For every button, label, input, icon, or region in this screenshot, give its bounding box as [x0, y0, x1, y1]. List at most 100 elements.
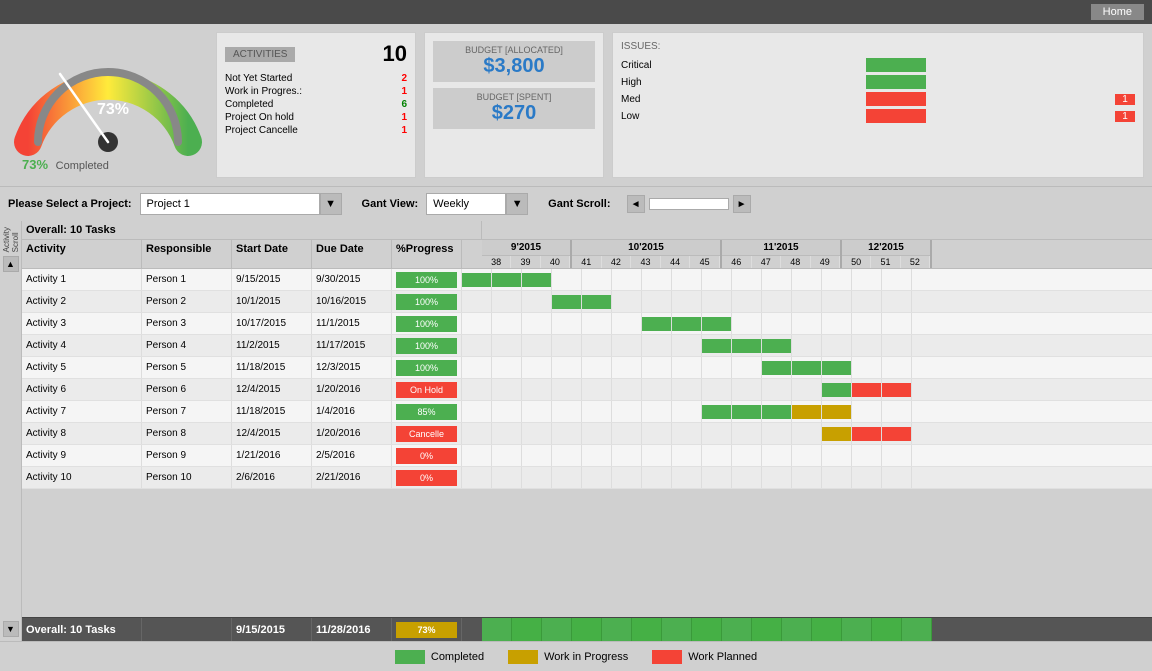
task-prog-1: 100%	[392, 269, 462, 290]
week-48: 48	[781, 256, 811, 268]
gant-view-label: Gant View:	[362, 198, 419, 210]
budget-allocated-label: BUDGET [ALLOCATED]	[437, 45, 591, 55]
task-resp-1: Person 1	[142, 269, 232, 290]
w44-t5	[642, 357, 672, 378]
critical-bar	[866, 58, 926, 72]
w52-t10	[882, 467, 912, 488]
w39-t6	[492, 379, 522, 400]
gauge-percent-text: 73%	[97, 101, 129, 118]
week-47: 47	[752, 256, 782, 268]
w43-t10	[612, 467, 642, 488]
activity-scroll-panel: ActivityScroll ▲ ▼	[0, 221, 22, 641]
overall-text: Overall: 10 Tasks	[22, 221, 482, 239]
activity-row-2: Work in Progres.: 1	[225, 86, 407, 97]
w44-t4	[642, 335, 672, 356]
month-group-sep2015: 9'2015 38 39 40	[482, 240, 572, 268]
legend-planned-color	[652, 650, 682, 664]
task-activity-7: Activity 7	[22, 401, 142, 422]
task-timeline-2	[462, 291, 1152, 312]
task-row-7: Activity 7 Person 7 11/18/2015 1/4/2016 …	[22, 401, 1152, 423]
gant-view-select[interactable]: ▼	[426, 193, 528, 215]
fw52	[902, 618, 932, 641]
activity-scroll-down[interactable]: ▼	[3, 621, 19, 637]
w52-t1	[882, 269, 912, 290]
w48-t7	[762, 401, 792, 422]
w51-t1	[852, 269, 882, 290]
legend-wip: Work in Progress	[508, 650, 628, 664]
task-start-9: 1/21/2016	[232, 445, 312, 466]
issues-title: ISSUES:	[621, 41, 1135, 52]
home-button[interactable]: Home	[1091, 4, 1144, 20]
w51-t4	[852, 335, 882, 356]
week-45: 45	[690, 256, 720, 268]
w43-t9	[612, 445, 642, 466]
task-due-4: 11/17/2015	[312, 335, 392, 356]
task-resp-4: Person 4	[142, 335, 232, 356]
task-timeline-5	[462, 357, 1152, 378]
w40-t2	[522, 291, 552, 312]
w49-t2	[792, 291, 822, 312]
task-start-4: 11/2/2015	[232, 335, 312, 356]
week-labels-nov2015: 46 47 48 49	[722, 256, 840, 268]
w47-t3	[732, 313, 762, 334]
w43-t5	[612, 357, 642, 378]
week-labels-oct2015: 41 42 43 44 45	[572, 256, 720, 268]
week-labels-dec2015: 50 51 52	[842, 256, 930, 268]
month-label-sep2015: 9'2015	[482, 240, 570, 256]
scroll-left-btn[interactable]: ◄	[627, 195, 645, 213]
task-prog-10: 0%	[392, 467, 462, 488]
scroll-track[interactable]	[649, 198, 729, 210]
w46-t3	[702, 313, 732, 334]
task-prog-3: 100%	[392, 313, 462, 334]
w38-t3	[462, 313, 492, 334]
month-group-dec2015: 12'2015 50 51 52	[842, 240, 932, 268]
task-activity-10: Activity 10	[22, 467, 142, 488]
fw47	[752, 618, 782, 641]
w47-t2	[732, 291, 762, 312]
scroll-right-btn[interactable]: ►	[733, 195, 751, 213]
gauge-completed-text: Completed	[56, 160, 109, 172]
w40-t8	[522, 423, 552, 444]
w39-t1	[492, 269, 522, 290]
project-input[interactable]	[140, 193, 320, 215]
w52-t6	[882, 379, 912, 400]
col-header-responsible: Responsible	[142, 240, 232, 268]
w41-t8	[552, 423, 582, 444]
task-prog-9: 0%	[392, 445, 462, 466]
activity-scroll-text: ActivityScroll	[2, 227, 20, 252]
project-bar: Please Select a Project: ▼ Gant View: ▼ …	[0, 186, 1152, 221]
project-select[interactable]: ▼	[140, 193, 342, 215]
legend-planned: Work Planned	[652, 650, 757, 664]
w48-t10	[762, 467, 792, 488]
activity-scroll-up[interactable]: ▲	[3, 256, 19, 272]
fw50	[842, 618, 872, 641]
w43-t1	[612, 269, 642, 290]
w45-t3	[672, 313, 702, 334]
gant-view-input[interactable]	[426, 193, 506, 215]
footer-prog-bar: 73%	[396, 622, 457, 638]
legend-completed: Completed	[395, 650, 484, 664]
col-header-progress: %Progress	[392, 240, 462, 268]
project-dropdown-btn[interactable]: ▼	[320, 193, 342, 215]
w50-t5	[822, 357, 852, 378]
gantt-wrapper: ActivityScroll ▲ ▼ Overall: 10 Tasks Act…	[0, 221, 1152, 641]
activities-title-label: ACTIVITIES	[225, 47, 295, 62]
task-activity-4: Activity 4	[22, 335, 142, 356]
w46-t6	[702, 379, 732, 400]
w49-t10	[792, 467, 822, 488]
gant-scroll-label: Gant Scroll:	[548, 198, 610, 210]
week-40: 40	[541, 256, 570, 268]
w47-t1	[732, 269, 762, 290]
w51-t5	[852, 357, 882, 378]
w46-t9	[702, 445, 732, 466]
gantt-body: Activity 1 Person 1 9/15/2015 9/30/2015 …	[22, 269, 1152, 617]
fw43	[632, 618, 662, 641]
w41-t3	[552, 313, 582, 334]
gant-view-dropdown-btn[interactable]: ▼	[506, 193, 528, 215]
w48-t6	[762, 379, 792, 400]
w45-t10	[672, 467, 702, 488]
fw44	[662, 618, 692, 641]
w48-t3	[762, 313, 792, 334]
w52-t3	[882, 313, 912, 334]
w49-t7	[792, 401, 822, 422]
